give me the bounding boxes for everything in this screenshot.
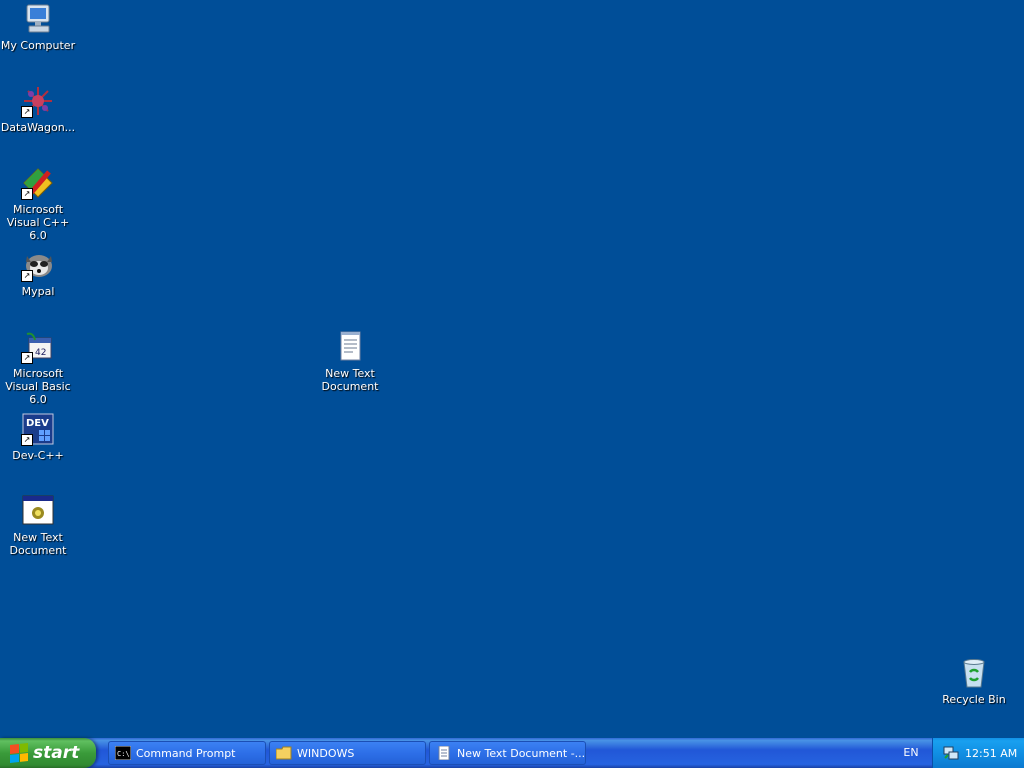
command-prompt-icon: C:\ (115, 746, 131, 760)
desktop[interactable]: My Computer ↗ DataWagon... ↗ Microsoft V… (0, 0, 1024, 738)
start-label: start (33, 743, 80, 763)
language-indicator[interactable]: EN (896, 738, 926, 768)
shortcut-arrow-icon: ↗ (21, 106, 33, 118)
desktop-icon-label: My Computer (0, 39, 76, 52)
desktop-icon-visual-cpp[interactable]: ↗ Microsoft Visual C++ 6.0 (0, 166, 78, 242)
desktop-icon-label: Microsoft Visual Basic 6.0 (5, 367, 71, 406)
taskbar-item-label: Command Prompt (136, 746, 236, 760)
system-tray: 12:51 AM (932, 738, 1024, 768)
taskbar: start C:\ Command Prompt WINDOWS New Tex… (0, 738, 1024, 768)
taskbar-item-command-prompt[interactable]: C:\ Command Prompt (108, 741, 266, 765)
clock[interactable]: 12:51 AM (965, 747, 1017, 760)
desktop-icon-visual-basic[interactable]: 42 ↗ Microsoft Visual Basic 6.0 (0, 330, 78, 406)
taskbar-item-label: New Text Document -... (457, 746, 586, 760)
my-computer-icon (26, 4, 50, 33)
desktop-icon-datawagon[interactable]: ↗ DataWagon... (0, 84, 78, 134)
shortcut-arrow-icon: ↗ (21, 434, 33, 446)
desktop-icon-label: New Text Document (9, 531, 67, 557)
desktop-icon-new-text-document-program[interactable]: New Text Document (0, 494, 78, 557)
svg-text:42: 42 (35, 348, 46, 358)
shortcut-arrow-icon: ↗ (21, 352, 33, 364)
desktop-icon-mypal[interactable]: ↗ Mypal (0, 248, 78, 298)
taskbar-item-new-text-document[interactable]: New Text Document -... (429, 741, 586, 765)
desktop-icon-label: Microsoft Visual C++ 6.0 (6, 203, 70, 242)
desktop-icon-label: Mypal (21, 285, 55, 298)
network-icon[interactable] (943, 746, 959, 760)
taskbar-item-label: WINDOWS (297, 746, 355, 760)
windows-logo-icon (10, 743, 28, 763)
folder-icon (276, 746, 292, 760)
taskbar-item-windows-folder[interactable]: WINDOWS (269, 741, 426, 765)
desktop-icon-label: Dev-C++ (12, 449, 64, 462)
desktop-icon-label: New Text Document (321, 367, 379, 393)
svg-text:DEV: DEV (26, 418, 49, 429)
notepad-icon (438, 746, 450, 760)
desktop-icon-dev-cpp[interactable]: DEV ↗ Dev-C++ (0, 412, 78, 462)
shortcut-arrow-icon: ↗ (21, 188, 33, 200)
recycle-bin-icon (963, 659, 985, 688)
start-button[interactable]: start (0, 738, 96, 768)
desktop-icon-label: DataWagon... (0, 121, 76, 134)
program-window-icon (22, 495, 54, 525)
desktop-icon-new-text-document[interactable]: New Text Document (310, 330, 390, 393)
desktop-icon-my-computer[interactable]: My Computer (0, 2, 78, 52)
desktop-icon-label: Recycle Bin (942, 693, 1006, 706)
svg-text:C:\: C:\ (117, 750, 130, 758)
text-document-icon (340, 331, 361, 361)
desktop-icon-recycle-bin[interactable]: Recycle Bin (934, 656, 1014, 706)
shortcut-arrow-icon: ↗ (21, 270, 33, 282)
